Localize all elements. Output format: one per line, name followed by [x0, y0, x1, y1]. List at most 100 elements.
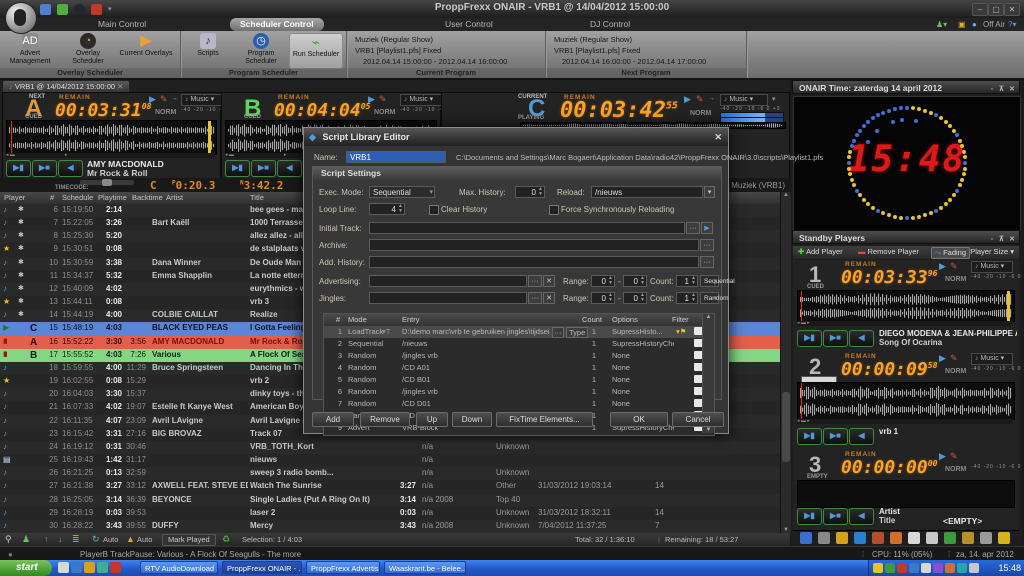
headphone-icon[interactable]: ⚲ — [5, 534, 12, 545]
category-select[interactable]: ♪ Music ▾ — [720, 94, 768, 106]
play-pause-button[interactable]: ▶▮ — [797, 428, 822, 445]
advertising-browse[interactable]: ··· — [528, 275, 542, 287]
task-button[interactable]: Waaskrant.be - Belee... — [384, 561, 466, 574]
recycle-icon[interactable]: ♻ — [222, 534, 230, 545]
remove-player-button[interactable]: ▬ Remove Player — [855, 247, 922, 257]
fade-brush-icon[interactable]: ✎ — [160, 94, 168, 104]
mix-marker[interactable] — [1007, 291, 1010, 321]
fade-brush-icon[interactable]: ✎ — [696, 94, 704, 104]
tray-icon[interactable] — [909, 563, 919, 573]
panel-pin-icon[interactable]: ⊼ — [999, 233, 1004, 247]
close-button[interactable]: ✕ — [1004, 3, 1020, 16]
tray-icon[interactable] — [873, 563, 883, 573]
play-stop-button[interactable]: ▶■ — [251, 160, 276, 177]
initial-track-play[interactable]: ▶ — [701, 222, 713, 234]
rewind-button[interactable]: ◀ — [849, 508, 874, 525]
list-icon[interactable]: ≣ — [72, 534, 80, 545]
play-pause-button[interactable]: ▶▮ — [797, 508, 822, 525]
dialog-close-icon[interactable]: ✕ — [714, 128, 722, 146]
script-line-row[interactable]: 10Random/CD A011None — [324, 434, 702, 436]
wave-scrollbar[interactable]: ◂ ▬ ▸ — [797, 321, 1013, 326]
jin-mode-select[interactable]: Random — [700, 292, 719, 304]
task-button[interactable]: ProppFrexx Advertisi... — [306, 561, 380, 574]
category-select[interactable]: ♪ Music ▾ — [971, 353, 1013, 365]
rewind-button[interactable]: ◀ — [58, 160, 83, 177]
play-pause-button[interactable]: ▶▮ — [797, 330, 822, 347]
reload-browse-button[interactable]: ▾ — [704, 186, 715, 198]
globe-icon[interactable]: ● — [972, 19, 977, 30]
initial-track-input[interactable] — [369, 222, 685, 234]
script-line-row[interactable]: 6Random/jingles vrb1None — [324, 386, 702, 398]
onair-time-panel-title[interactable]: ONAIR Time: zaterdag 14 april 2012 ▫ ⊼ ✕ — [792, 80, 1020, 94]
script-line-row[interactable]: 1LoadTrackD:\demo marc\vrb te gebruiken … — [324, 326, 702, 338]
auto-refresh-icon[interactable]: ↻ — [92, 534, 100, 545]
add-history-input[interactable] — [369, 256, 699, 268]
advertising-clear[interactable]: ✕ — [543, 275, 555, 287]
wave-scrollbar[interactable]: ◂ ▬ ▸ — [797, 419, 1013, 424]
auto-refresh-label[interactable]: Auto — [103, 535, 118, 544]
tray-icon[interactable] — [897, 563, 907, 573]
jin-range-to[interactable]: 0▲▼ — [623, 292, 647, 304]
task-button[interactable]: ProppFrexx ONAIR - ... — [222, 561, 302, 574]
playlist-row[interactable]: ♪2916:28:190:0339:53laser 20:03n/aUnknow… — [0, 507, 780, 520]
tray-icon[interactable] — [945, 563, 955, 573]
jin-range-from[interactable]: 0▲▼ — [591, 292, 615, 304]
clipboard-icon[interactable] — [872, 532, 884, 544]
waveform[interactable] — [797, 382, 1015, 420]
rewind-button[interactable]: ◀ — [849, 428, 874, 445]
category-select[interactable]: ♪ Music ▾ — [400, 94, 442, 106]
exec-mode-select[interactable]: Sequential — [369, 186, 435, 198]
remove-button[interactable]: Remove — [360, 412, 410, 427]
add-history-browse[interactable]: ··· — [700, 256, 714, 268]
force-reload-checkbox[interactable] — [549, 205, 559, 215]
mark-played-button[interactable]: Mark Played — [162, 534, 216, 546]
cancel-button[interactable]: Cancel — [672, 412, 724, 427]
slider-thumb[interactable] — [102, 179, 112, 186]
mode-dropdown-icon[interactable]: ▾T — [382, 327, 390, 336]
adv-range-to[interactable]: 0▲▼ — [623, 275, 647, 287]
quicklaunch-ie-icon[interactable] — [58, 562, 69, 573]
user-icon[interactable]: ♟▾ — [936, 19, 947, 30]
initial-track-browse[interactable]: ··· — [686, 222, 700, 234]
adv-mode-select[interactable]: Sequential — [700, 275, 719, 287]
globe-icon[interactable] — [854, 532, 866, 544]
move-up-icon[interactable]: ↑ — [44, 534, 49, 545]
script-line-row[interactable]: 2Sequential/nieuws1SupressHistoryCheck..… — [324, 338, 702, 350]
panel-minimize-icon[interactable]: ▫ — [991, 233, 993, 247]
options-flag-icon[interactable]: ▾⚑ — [676, 327, 687, 336]
minimize-button[interactable]: – — [972, 3, 988, 16]
fade-brush-icon[interactable]: ✎ — [950, 261, 958, 271]
down-button[interactable]: Down — [452, 412, 492, 427]
loop-line-spinner[interactable]: 4▲▼ — [369, 203, 405, 215]
clear-history-checkbox[interactable] — [429, 205, 439, 215]
tab-user-control[interactable]: User Control — [435, 18, 503, 31]
script-line-row[interactable]: 7Random/CD D011None — [324, 398, 702, 410]
category-select[interactable]: ♪ Music ▾ — [971, 261, 1013, 273]
reload-input[interactable]: /nieuws — [591, 186, 703, 198]
add-player-button[interactable]: ✚ Add Player — [795, 247, 846, 257]
rewind-button[interactable]: ◀ — [277, 160, 302, 177]
program-scheduler-button[interactable]: ◷ Program Scheduler — [235, 33, 287, 67]
table-header[interactable]: # Mode Entry Count Options Filter — [324, 314, 714, 326]
tray-icon[interactable] — [969, 563, 979, 573]
rewind-button[interactable]: ◀ — [849, 330, 874, 347]
play-stop-button[interactable]: ▶■ — [823, 330, 848, 347]
tab-main-control[interactable]: Main Control — [88, 18, 156, 31]
chevron-down-icon[interactable]: ▾ — [772, 95, 776, 105]
waveform[interactable] — [797, 290, 1015, 322]
doc2-icon[interactable] — [926, 532, 938, 544]
home-icon[interactable] — [890, 532, 902, 544]
current-overlays-button[interactable]: ▶ Current Overlays — [119, 33, 173, 67]
playlist-row[interactable]: ▤2516:19:431:4231:17nieuwsn/a — [0, 454, 780, 467]
hourglass-icon[interactable] — [980, 532, 992, 544]
entry-browse-button[interactable]: ··· — [552, 327, 564, 338]
tab-dj-control[interactable]: DJ Control — [580, 18, 640, 31]
up-button[interactable]: Up — [416, 412, 448, 427]
archive-input[interactable] — [369, 239, 699, 251]
play-icon[interactable]: ▶ — [939, 261, 946, 271]
category-select[interactable]: ♪ Music ▾ — [181, 94, 223, 106]
tray-icon[interactable] — [921, 563, 931, 573]
play-icon[interactable]: ▶ — [939, 451, 946, 461]
max-history-spinner[interactable]: 0▲▼ — [515, 186, 545, 198]
user-small-icon[interactable]: ♟ — [22, 534, 30, 545]
